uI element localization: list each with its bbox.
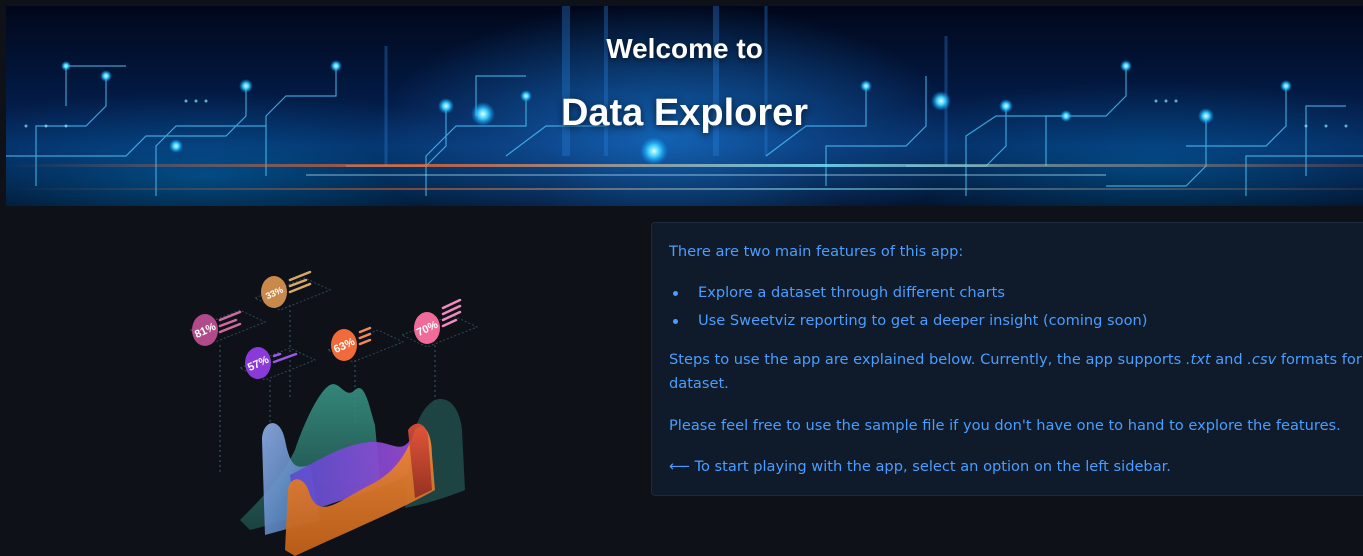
info-card: There are two main features of this app:… [651,222,1363,496]
txt-format: .txt [1185,351,1211,368]
list-item: Explore a dataset through different char… [669,281,1363,309]
steps-text: Steps to use the app are explained below… [669,348,1363,396]
sidebar-hint: ⟵ To start playing with the app, select … [669,458,1171,475]
data-illustration: 81% 33% 57% 63% 70% [170,250,500,556]
page: Welcome to Data Explorer 81% 33% 57% 63%… [0,0,1363,556]
csv-format: .csv [1247,351,1277,368]
sample-file-note: Please feel free to use the sample file … [669,417,1341,434]
list-item: Use Sweetviz reporting to get a deeper i… [669,309,1363,337]
steps-text-part: Steps to use the app are explained below… [669,351,1186,368]
feature-text: Use Sweetviz reporting to get a deeper i… [698,312,1148,329]
steps-text-part: formats for the [1280,351,1363,368]
banner-title-app-name: Data Explorer [560,92,809,134]
intro-text: There are two main features of this app: [669,243,964,260]
steps-text-part: dataset. [669,375,729,392]
banner-title-welcome: Welcome to [606,33,763,64]
steps-text-part: and [1210,351,1248,368]
hero-banner: Welcome to Data Explorer [6,6,1363,206]
feature-text: Explore a dataset through different char… [698,284,1005,301]
feature-list: Explore a dataset through different char… [669,281,1363,337]
